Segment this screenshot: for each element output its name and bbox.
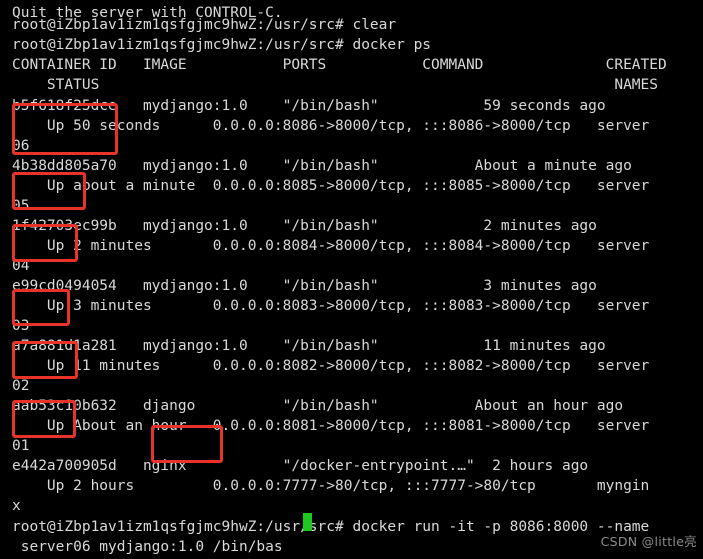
terminal-line: Up 3 minutes 0.0.0.0:8083->8000/tcp, :::… [12,297,650,314]
terminal-cursor [303,513,312,531]
terminal-window[interactable]: Quit the server with CONTROL-C. root@iZbp… [0,0,703,559]
terminal-line: Up about a minute 0.0.0.0:8085->8000/tcp… [12,177,650,194]
terminal-line: Up 2 hours 0.0.0.0:7777->80/tcp, :::7777… [12,478,650,495]
terminal-line: Up 11 minutes 0.0.0.0:8082->8000/tcp, ::… [12,358,650,375]
terminal-line: Up About an hour 0.0.0.0:8081->8000/tcp,… [12,418,650,435]
terminal-line: Up 2 minutes 0.0.0.0:8084->8000/tcp, :::… [12,237,650,254]
watermark-label: CSDN @little亮 [600,534,697,549]
terminal-line: Up 50 seconds 0.0.0.0:8086->8000/tcp, ::… [12,117,650,134]
terminal-line: server06 mydjango:1.0 /bin/bas [12,538,283,555]
